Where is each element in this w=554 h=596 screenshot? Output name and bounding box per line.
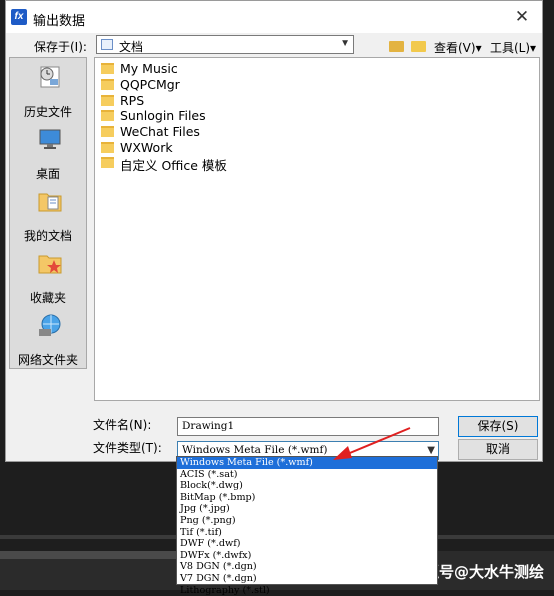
annotation-arrow (333, 427, 411, 460)
